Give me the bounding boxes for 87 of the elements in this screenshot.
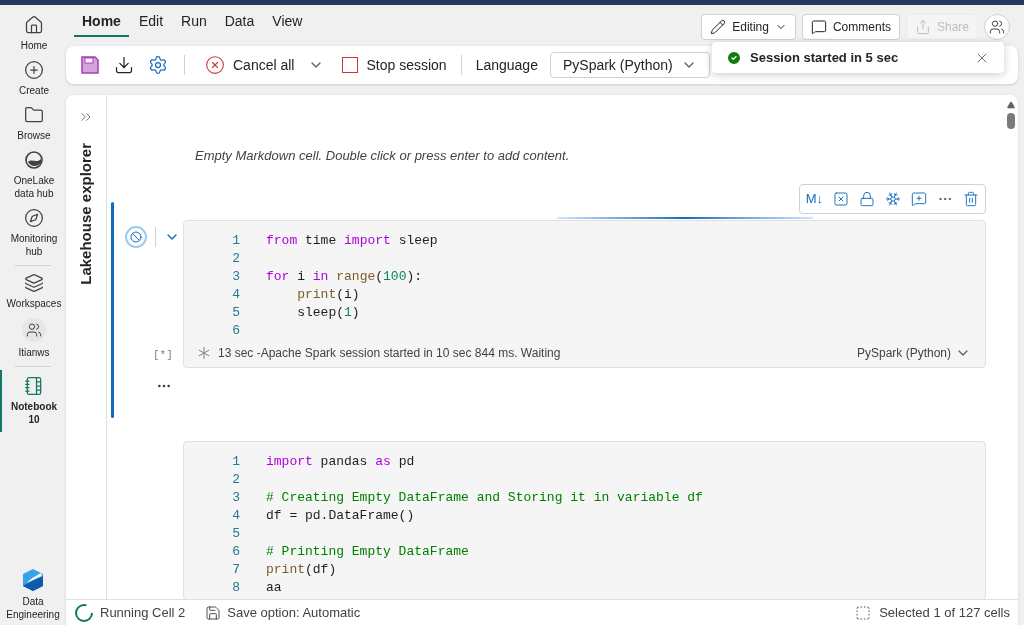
line-number: 6 [231, 321, 240, 340]
ribbon-tab[interactable]: View [264, 7, 311, 37]
sidebar-item[interactable]: OneLake data hub [0, 146, 66, 204]
code-line: # Creating Empty DataFrame and Storing it in variable df [266, 488, 703, 507]
share-icon [914, 19, 931, 35]
code-cell[interactable]: 1 from time import sleep 2 3 for i in range(100): 4 print(i) 5 sleep(1) 6 13 sec -Apache Spark session started in 10 sec 844 ms. Waiting PySpark (Python) [183, 219, 986, 368]
scroll-up-icon[interactable] [1007, 101, 1015, 109]
line-number: 4 [231, 285, 240, 304]
language-dropdown[interactable]: PySpark (Python) [549, 52, 710, 78]
app-logo-icon [21, 568, 45, 592]
code-line: from time import sleep [266, 231, 438, 250]
sidebar-item[interactable]: Browse [0, 101, 66, 146]
toast-message: Session started in 5 sec [750, 48, 900, 67]
delete-icon[interactable] [963, 190, 979, 207]
line-number: 2 [231, 470, 240, 489]
stop-icon [129, 230, 142, 243]
layers-icon [24, 273, 44, 293]
compass-icon [24, 208, 44, 228]
line-number: 3 [231, 267, 240, 286]
code-line: import pandas as pd [266, 452, 415, 471]
code-line: aa [266, 578, 282, 597]
folder-icon [24, 105, 44, 125]
comments-button[interactable]: Comments [801, 14, 900, 40]
selection-status: Selected 1 of 127 cells [879, 603, 1010, 622]
markdown-hint: Empty Markdown cell. Double click or press enter to add content. [195, 147, 571, 165]
line-number: 5 [231, 524, 240, 543]
sidebar-item[interactable]: Monitoring hub [0, 204, 66, 262]
code-line: sleep(1) [296, 303, 360, 322]
snowflake-icon[interactable] [885, 190, 901, 207]
settings-button[interactable] [148, 55, 168, 75]
save-option: Save option: Automatic [227, 602, 361, 623]
selection-icon [855, 604, 872, 621]
line-number: 7 [231, 560, 240, 579]
edit-button[interactable]: Editing [701, 14, 796, 40]
success-icon [726, 49, 742, 66]
cancel-all-button[interactable]: Cancel all [205, 54, 295, 76]
sidebar-item[interactable]: Create [0, 56, 66, 101]
language-label: Language [475, 55, 538, 75]
line-number: 8 [231, 578, 240, 597]
home-icon [24, 15, 44, 35]
ribbon-tab[interactable]: Home [74, 7, 129, 37]
stop-cell-button[interactable] [124, 225, 147, 248]
sidebar-item[interactable]: Itianws [0, 314, 66, 363]
markdown-button[interactable]: M↓ [805, 188, 823, 209]
execution-count: [*] [153, 348, 173, 363]
ribbon-tab[interactable]: Edit [130, 7, 172, 37]
comments-icon [810, 19, 827, 35]
line-number: 1 [231, 452, 240, 471]
execution-status: 13 sec -Apache Spark session started in 10 sec 844 ms. Waiting [218, 344, 561, 362]
save-button[interactable] [80, 55, 100, 75]
cancel-icon [205, 55, 225, 75]
lake-icon [24, 150, 44, 170]
code-line: # Printing Empty DataFrame [266, 542, 469, 561]
spinner-icon [74, 602, 94, 623]
scroll-thumb[interactable] [1007, 113, 1015, 129]
cell-language-dropdown[interactable]: PySpark (Python) [856, 343, 971, 362]
ribbon-tab[interactable]: Run [173, 7, 215, 37]
sidebar-item[interactable]: Workspaces [0, 269, 66, 314]
code-line: for i in range(100): [266, 267, 423, 286]
ribbon-tab[interactable]: Data [216, 7, 263, 37]
download-button[interactable] [114, 55, 134, 75]
line-number: 5 [231, 303, 240, 322]
edit-icon [710, 19, 727, 35]
plus-icon [24, 60, 44, 80]
lock-icon[interactable] [859, 190, 875, 207]
people-button[interactable] [984, 14, 1010, 40]
line-number: 2 [231, 249, 240, 268]
code-line: print(i) [296, 285, 360, 304]
line-number: 1 [231, 231, 240, 250]
sidebar-item[interactable]: Data Engineering [0, 568, 66, 621]
people-icon [989, 19, 1005, 35]
line-number: 6 [231, 542, 240, 561]
sidebar-item[interactable]: Home [0, 11, 66, 56]
explorer-title[interactable]: Lakehouse explorer [74, 143, 98, 285]
code-line: print(df) [266, 560, 337, 579]
line-number: 3 [231, 488, 240, 507]
group-icon [22, 318, 46, 342]
save-icon [205, 604, 222, 621]
code-cell[interactable]: 1 import pandas as pd 2 3 # Creating Empty DataFrame and Storing it in variable df 4 df = pd.DataFrame() 5 6 # Printing Empty DataFrame 7 print(df) 8 aa [183, 440, 986, 599]
stop-session-button[interactable]: Stop session [342, 54, 447, 76]
code-line: df = pd.DataFrame() [266, 506, 415, 525]
comment-icon[interactable] [911, 190, 927, 207]
notebook-icon [24, 376, 44, 396]
asterisk-icon [198, 346, 210, 359]
line-number: 4 [231, 506, 240, 525]
running-status: Running Cell 2 [100, 603, 186, 622]
clear-output-icon[interactable] [833, 190, 849, 207]
